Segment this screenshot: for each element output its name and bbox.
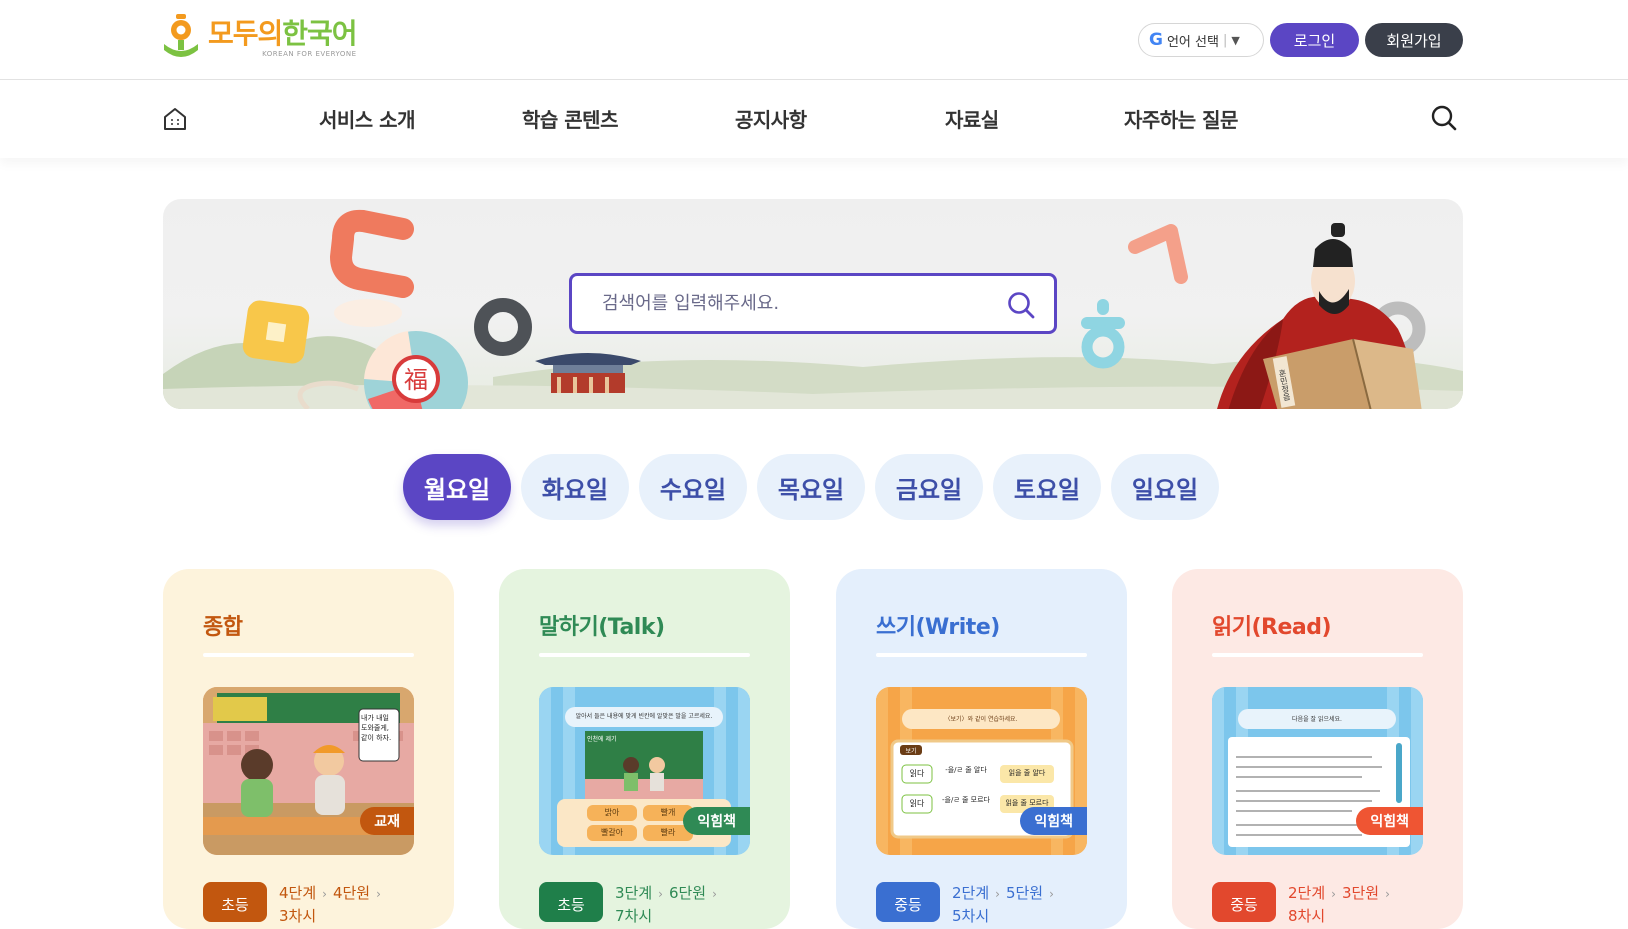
card-unit: 6단원 — [668, 884, 707, 902]
chevron-right-icon: › — [1049, 887, 1054, 901]
row-2-word: 읽다 — [909, 799, 925, 808]
card-title: 읽기(Read) — [1212, 615, 1332, 640]
card-thumbnail[interactable]: 다음을 잘 읽으세요. 익힘책 — [1212, 687, 1423, 855]
card-stage: 2단계 — [1288, 884, 1326, 902]
content-card-talk[interactable]: 말하기(Talk) 알아서 들은 내용에 맞게 빈칸에 알맞은 말을 고르세요.… — [499, 569, 790, 929]
tab-friday[interactable]: 금요일 — [875, 454, 983, 520]
thumbnail-instruction-text: 〈보기〉와 같이 연습하세요. — [944, 716, 1018, 723]
nav-item-notices[interactable]: 공지사항 — [735, 104, 807, 133]
logo-mark-icon — [164, 14, 198, 57]
site-header: 모두의한국어 KOREAN FOR EVERYONE G 언어 선택 | ▼ 로… — [0, 0, 1628, 80]
row-1-result: 읽을 줄 알다 — [1008, 769, 1046, 777]
logo-title-part2: 한국어 — [282, 16, 357, 50]
signup-button[interactable]: 회원가입 — [1365, 23, 1463, 57]
tab-tuesday[interactable]: 화요일 — [521, 454, 629, 520]
logo-subtitle: KOREAN FOR EVERYONE — [262, 49, 357, 58]
row-1-rule: -을/ㄹ 줄 알다 — [945, 766, 987, 774]
card-unit: 4단원 — [332, 884, 371, 902]
language-select-label: 언어 선택 — [1166, 34, 1219, 50]
option-1: 밝아 — [604, 808, 620, 817]
search-submit-icon[interactable] — [1006, 290, 1036, 320]
card-divider — [1212, 653, 1423, 657]
type-badge: 익힘책 — [683, 807, 750, 835]
nav-item-service-intro[interactable]: 서비스 소개 — [319, 104, 415, 133]
card-path: 2단계 › 5단원 › — [952, 882, 1060, 903]
content-card-write[interactable]: 쓰기(Write) 〈보기〉와 같이 연습하세요. 보기 읽다 -을/ㄹ 줄 알… — [836, 569, 1127, 929]
card-path: 2단계 › 3단원 › — [1288, 882, 1396, 903]
type-badge: 익힘책 — [1020, 807, 1087, 835]
content-card-comprehensive[interactable]: 종합 내가 내일 도와줄게, 같이 하자. 교재 초등 4단계 › 4단원 › — [163, 569, 454, 929]
card-thumbnail[interactable]: 알아서 들은 내용에 맞게 빈칸에 알맞은 말을 고르세요. 인천에 제기 밝아… — [539, 687, 750, 855]
language-select-divider: | — [1222, 32, 1228, 48]
content-card-read[interactable]: 읽기(Read) 다음을 잘 읽으세요. 익힘책 중등 2단계 › 3단원 › 8차시 — [1172, 569, 1463, 929]
tab-monday[interactable]: 월요일 — [403, 454, 511, 520]
card-divider — [203, 653, 414, 657]
tab-wednesday[interactable]: 수요일 — [639, 454, 747, 520]
tab-saturday[interactable]: 토요일 — [993, 454, 1101, 520]
card-stage: 4단계 — [279, 884, 317, 902]
language-select[interactable]: G 언어 선택 | ▼ — [1138, 23, 1264, 57]
option-3: 빨갈아 — [600, 828, 624, 837]
row-2-rule: -을/ㄹ 줄 모르다 — [942, 796, 990, 804]
home-icon[interactable] — [162, 106, 188, 132]
level-badge: 중등 — [1212, 882, 1276, 922]
card-thumbnail[interactable]: 〈보기〉와 같이 연습하세요. 보기 읽다 -을/ㄹ 줄 알다 읽을 줄 알다 … — [876, 687, 1087, 855]
chevron-right-icon: › — [1385, 887, 1390, 901]
card-path: 4단계 › 4단원 › — [279, 882, 387, 903]
nav-item-learning-content[interactable]: 학습 콘텐츠 — [522, 104, 618, 133]
site-logo[interactable]: 모두의한국어 KOREAN FOR EVERYONE — [162, 14, 358, 62]
type-badge: 익힘책 — [1356, 807, 1423, 835]
card-unit: 3단원 — [1341, 884, 1380, 902]
chevron-right-icon: › — [712, 887, 717, 901]
card-path: 3단계 › 6단원 › — [615, 882, 723, 903]
card-stage: 3단계 — [615, 884, 653, 902]
tab-sunday[interactable]: 일요일 — [1111, 454, 1219, 520]
day-tabs: 월요일 화요일 수요일 목요일 금요일 토요일 일요일 — [403, 454, 1229, 520]
nav-item-faq[interactable]: 자주하는 질문 — [1124, 104, 1238, 133]
chevron-right-icon: › — [1331, 887, 1336, 901]
card-stage: 2단계 — [952, 884, 990, 902]
search-input[interactable] — [602, 293, 982, 314]
chevron-right-icon: › — [658, 887, 663, 901]
thumbnail-question-text: 알아서 들은 내용에 맞게 빈칸에 알맞은 말을 고르세요. — [575, 713, 713, 720]
card-title: 종합 — [203, 615, 243, 640]
card-unit: 5단원 — [1005, 884, 1044, 902]
card-divider — [539, 653, 750, 657]
chevron-right-icon: › — [322, 887, 327, 901]
nav-item-resources[interactable]: 자료실 — [945, 104, 999, 133]
level-badge: 중등 — [876, 882, 940, 922]
main-nav: 서비스 소개 학습 콘텐츠 공지사항 자료실 자주하는 질문 — [0, 80, 1628, 158]
card-divider — [876, 653, 1087, 657]
example-box-label: 보기 — [905, 748, 917, 755]
type-badge: 교재 — [360, 807, 414, 835]
chevron-right-icon: › — [995, 887, 1000, 901]
thumbnail-speech-text: 내가 내일 도와줄게, 같이 하자. — [361, 714, 392, 742]
chevron-right-icon: › — [376, 887, 381, 901]
logo-title-part1: 모두의 — [208, 16, 283, 50]
row-1-word: 읽다 — [909, 769, 925, 778]
bag-character: 福 — [404, 366, 428, 394]
card-title: 말하기(Talk) — [539, 615, 665, 640]
tab-thursday[interactable]: 목요일 — [757, 454, 865, 520]
level-badge: 초등 — [203, 882, 267, 922]
login-button[interactable]: 로그인 — [1270, 23, 1359, 57]
search-icon[interactable] — [1430, 104, 1458, 132]
card-title: 쓰기(Write) — [876, 615, 1000, 640]
search-box — [569, 273, 1057, 334]
card-thumbnail[interactable]: 내가 내일 도와줄게, 같이 하자. 교재 — [203, 687, 414, 855]
level-badge: 초등 — [539, 882, 603, 922]
google-icon: G — [1149, 30, 1163, 50]
thumbnail-board-text: 인천에 제기 — [587, 736, 617, 743]
dropdown-arrow-icon: ▼ — [1231, 33, 1240, 47]
thumbnail-instruction-text: 다음을 잘 읽으세요. — [1292, 716, 1342, 723]
